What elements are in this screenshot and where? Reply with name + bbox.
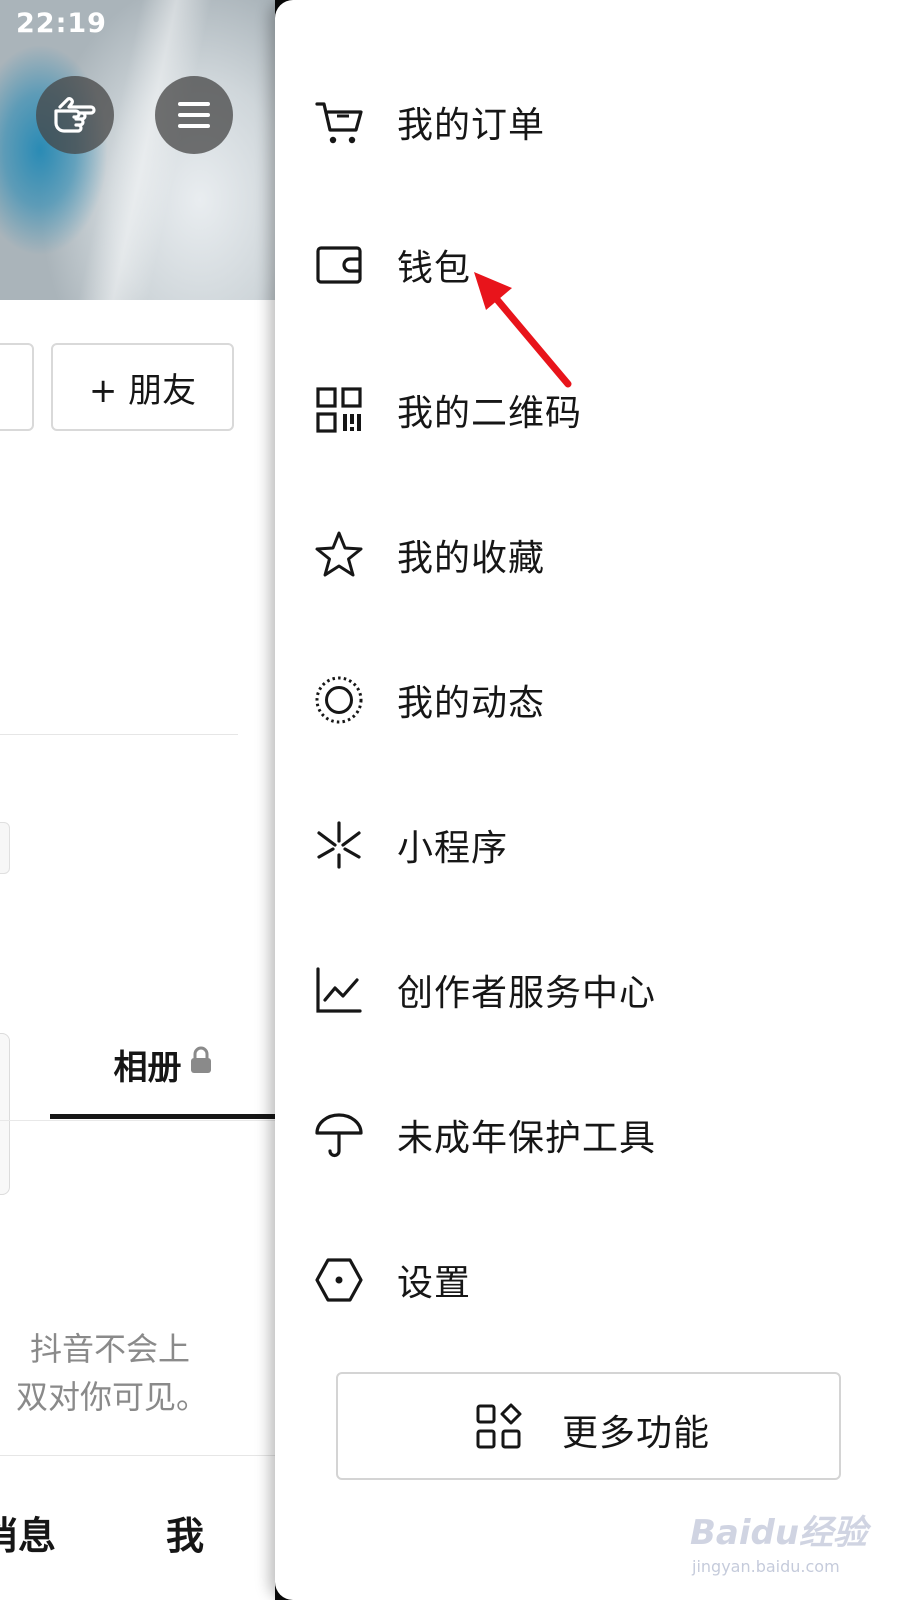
apps-grid-icon: [474, 1402, 524, 1452]
menu-item-label: 我的订单: [397, 105, 546, 146]
partial-card: [0, 1033, 10, 1195]
menu-item-minor-protection[interactable]: 未成年保护工具: [275, 1085, 900, 1185]
menu-item-my-moments[interactable]: 我的动态: [275, 650, 900, 750]
annotation-arrow: [474, 272, 572, 388]
add-friend-button[interactable]: + 朋友: [51, 343, 234, 431]
divider: [0, 734, 238, 735]
status-bar-time: 22:19: [16, 8, 107, 39]
partial-chip: [0, 822, 10, 874]
watermark-url: jingyan.baidu.com: [692, 1557, 840, 1576]
menu-button[interactable]: [155, 76, 233, 154]
lock-icon: [190, 1046, 211, 1073]
divider: [0, 1120, 275, 1121]
privacy-notice: 抖音不会上 双对你可见。: [0, 1325, 208, 1421]
more-functions-button[interactable]: 更多功能: [336, 1372, 841, 1480]
menu-item-label: 我的收藏: [397, 538, 546, 579]
menu-item-label: 未成年保护工具: [397, 1118, 657, 1159]
menu-item-my-orders[interactable]: 我的订单: [275, 72, 900, 172]
menu-item-label: 小程序: [397, 828, 509, 869]
visitor-button[interactable]: [36, 76, 114, 154]
tab-album[interactable]: 相册: [50, 1040, 275, 1120]
umbrella-icon: [313, 1109, 365, 1161]
profile-cover-image: [0, 0, 275, 300]
mini-program-icon: [313, 819, 365, 871]
menu-item-label: 创作者服务中心: [397, 973, 657, 1014]
more-functions-label: 更多功能: [562, 1413, 711, 1454]
pointing-hand-icon: [54, 97, 96, 133]
menu-item-creator-center[interactable]: 创作者服务中心: [275, 940, 900, 1040]
settings-hexagon-icon: [313, 1254, 365, 1306]
nav-me[interactable]: 我: [166, 1505, 204, 1560]
profile-page-background: 22:19 + 朋友 相册 抖音不会上 双对你可见。 消息 我: [0, 0, 275, 1600]
menu-item-mini-programs[interactable]: 小程序: [275, 795, 900, 895]
privacy-line: 双对你可见。: [15, 1378, 208, 1416]
bottom-nav-divider: [0, 1455, 275, 1456]
star-icon: [313, 529, 365, 581]
chart-icon: [313, 964, 365, 1016]
nav-messages[interactable]: 消息: [0, 1505, 56, 1560]
side-drawer: 我的订单 钱包 我的二维码 我的收藏 我的动态 小程序 创作者服务中心 未成年保…: [275, 0, 900, 1600]
baidu-watermark: Baidu经验 jingyan.baidu.com: [690, 1505, 870, 1585]
qr-code-icon: [313, 384, 365, 436]
menu-item-label: 钱包: [397, 248, 472, 289]
hamburger-menu-icon: [178, 102, 210, 128]
menu-item-settings[interactable]: 设置: [275, 1230, 900, 1330]
add-friend-label: + 朋友: [88, 370, 197, 411]
tab-album-label: 相册: [113, 1048, 182, 1088]
menu-item-label: 我的动态: [397, 683, 546, 724]
privacy-line: 抖音不会上: [29, 1330, 190, 1368]
moments-icon: [313, 674, 365, 726]
active-tab-indicator: [50, 1114, 275, 1119]
menu-item-favorites[interactable]: 我的收藏: [275, 505, 900, 605]
menu-item-label: 设置: [397, 1263, 472, 1304]
cart-icon: [313, 96, 365, 148]
wallet-icon: [313, 239, 365, 291]
edit-profile-button-partial[interactable]: [0, 343, 34, 431]
watermark-brand: Baidu经验: [690, 1513, 868, 1553]
